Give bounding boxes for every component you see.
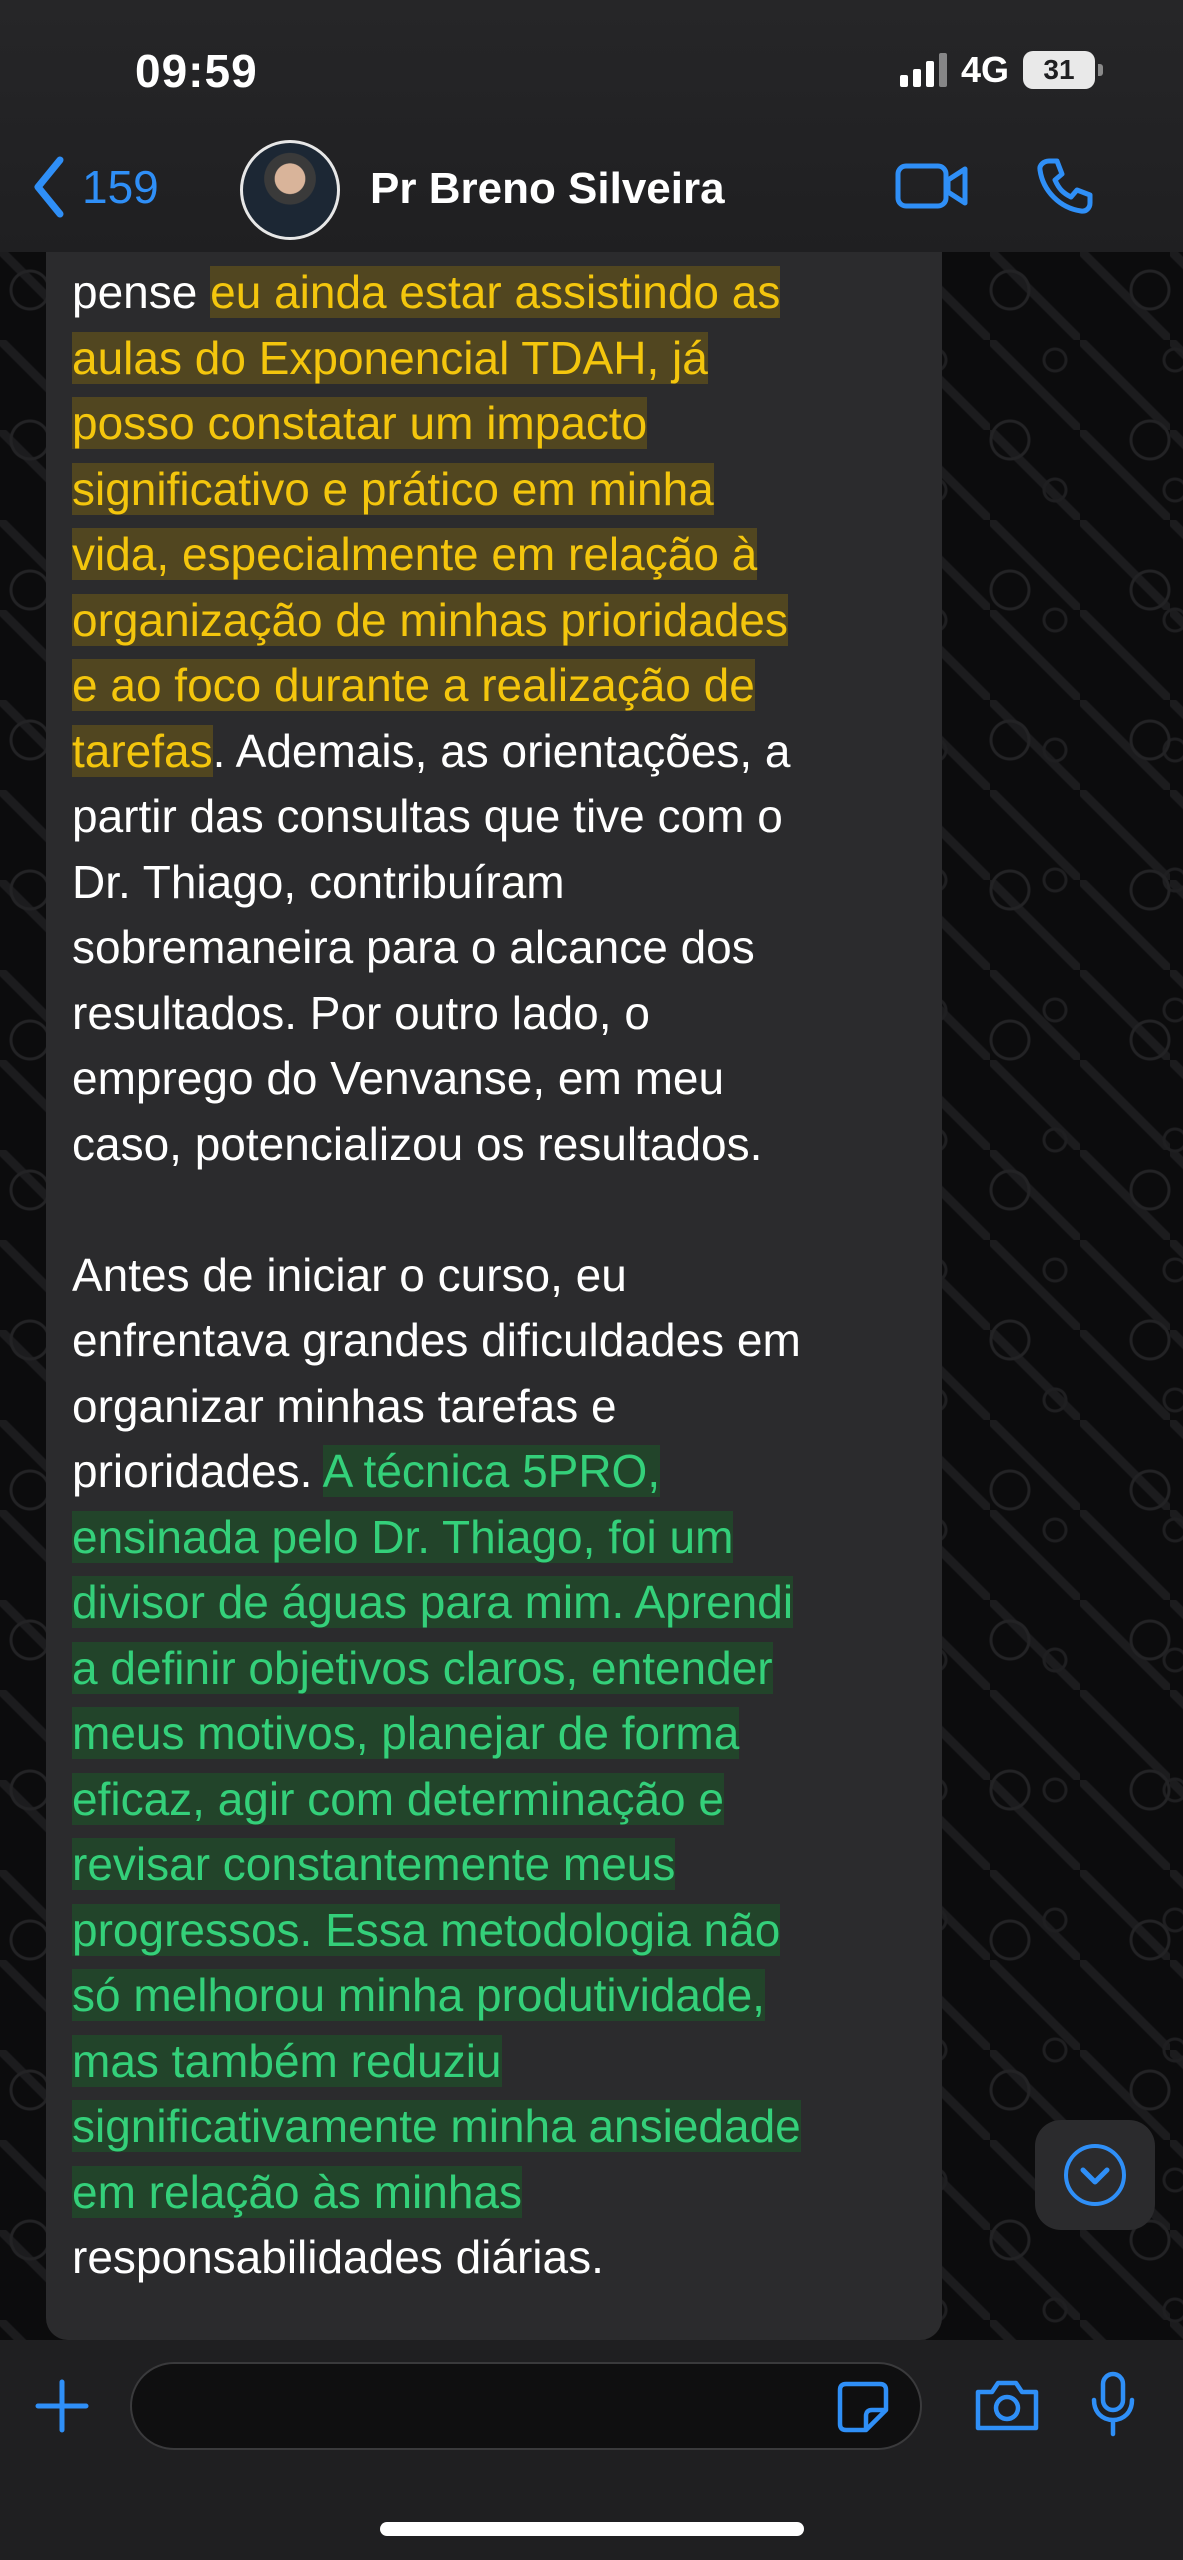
camera-button[interactable]	[972, 2376, 1042, 2439]
home-indicator[interactable]	[380, 2522, 804, 2536]
chat-header: 09:59 4G 31 159 Pr Breno Silveira	[0, 0, 1183, 252]
battery-level: 31	[1043, 54, 1075, 85]
voice-call-button[interactable]	[1035, 156, 1095, 221]
status-time: 09:59	[135, 45, 258, 97]
message-segment: responsabilidades diárias.	[72, 2231, 604, 2283]
network-type: 4G	[960, 49, 1009, 90]
message-segment: . Ademais, as orientações, a partir das …	[72, 724, 801, 1498]
video-camera-icon	[895, 163, 968, 209]
avatar[interactable]	[240, 140, 340, 240]
chevron-down-icon	[1064, 2144, 1126, 2206]
message-input[interactable]	[130, 2362, 922, 2450]
camera-icon	[975, 2380, 1039, 2431]
microphone-button[interactable]	[1088, 2370, 1138, 2445]
video-call-button[interactable]	[895, 160, 969, 217]
unread-count: 159	[82, 161, 159, 213]
microphone-icon	[1091, 2371, 1135, 2437]
plus-icon	[35, 2379, 89, 2433]
battery-icon: 31	[1023, 51, 1103, 89]
highlighted-text-yellow: eu ainda estar assistindo as aulas do Ex…	[72, 266, 788, 777]
signal-icon	[899, 53, 947, 87]
phone-icon	[1037, 158, 1093, 214]
scroll-to-bottom-button[interactable]	[1035, 2120, 1155, 2230]
chevron-left-icon	[34, 156, 64, 218]
message-segment: pense	[72, 266, 211, 318]
back-button[interactable]: 159	[30, 154, 159, 220]
contact-name[interactable]: Pr Breno Silveira	[370, 164, 725, 214]
status-indicators: 4G 31	[899, 44, 1103, 96]
attach-button[interactable]	[32, 2376, 92, 2441]
highlighted-text-green: A técnica 5PRO, ensinada pelo Dr. Thiago…	[72, 1445, 801, 2218]
message-text: pense eu ainda estar assistindo as aulas…	[72, 260, 922, 2291]
chat-nav: 159 Pr Breno Silveira	[0, 130, 1183, 250]
sticker-button[interactable]	[836, 2380, 890, 2439]
sticker-icon	[837, 2381, 889, 2433]
